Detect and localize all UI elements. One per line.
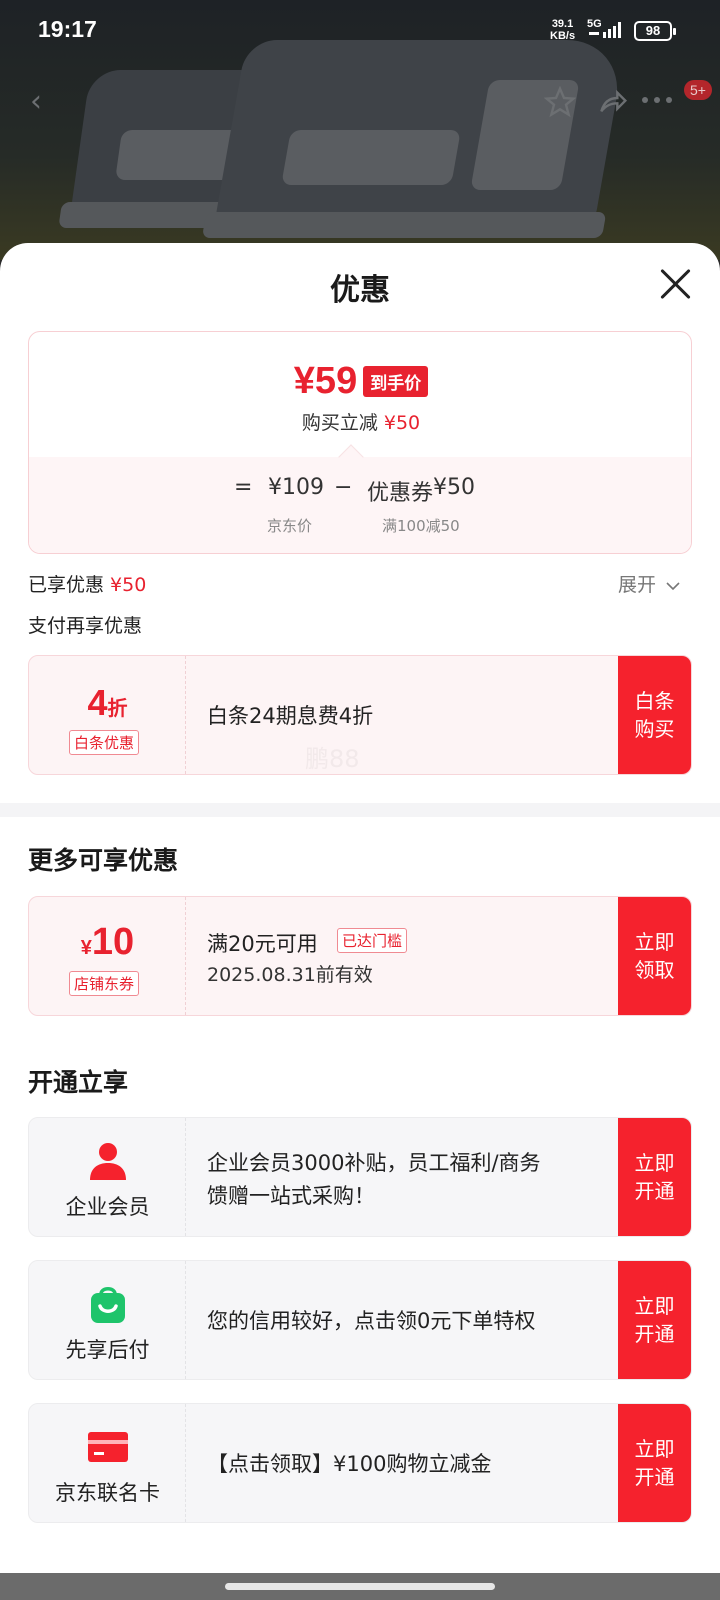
reduction-value: ¥50 [383, 412, 421, 434]
pay-more-heading: 支付再享优惠 [28, 615, 143, 637]
network-speed: 39.1 KB/s [550, 18, 576, 42]
status-bar: 19:17 39.1 KB/s 5G 98 [0, 0, 720, 62]
open-benefits-title: 开通立享 [28, 1068, 129, 1097]
shop-coupon-tag: 店铺东券 [69, 971, 140, 996]
cart-count-badge: 5+ [684, 80, 712, 100]
shop-coupon: ¥10 店铺东券 满20元可用 已达门槛 2025.08.31前有效 立即领取 [28, 896, 692, 1016]
price-formula-area: = ¥109 − 优惠券 ¥50 京东价 满100减50 [29, 444, 691, 553]
sheet-title: 优惠 [330, 273, 390, 308]
final-price-tag: 到手价 [363, 366, 429, 397]
open-pay-later-button[interactable]: 立即开通 [618, 1261, 691, 1379]
share-icon[interactable] [596, 86, 628, 118]
chevron-down-icon [666, 582, 680, 591]
service-card-enterprise: 企业会员 企业会员3000补贴，员工福利/商务 馈赠一站式采购！ 立即开通 [28, 1117, 692, 1237]
star-icon[interactable] [544, 86, 576, 118]
coupon-label: 优惠券 [367, 481, 434, 506]
jd-price-label: 京东价 [267, 517, 313, 535]
watermark: 鹏88 [305, 745, 360, 773]
signal-icon: 5G [587, 18, 627, 40]
service-card-cobrand: 京东联名卡 【点击领取】¥100购物立减金 立即开通 [28, 1403, 692, 1523]
section-divider [0, 803, 720, 817]
shopping-bag-icon [91, 1287, 125, 1323]
service-name: 先享后付 [65, 1338, 150, 1362]
purchase-reduction: 购买立减 ¥50 [301, 412, 421, 434]
product-nav-bar: ‹ [0, 80, 720, 130]
shop-coupon-info: 满20元可用 已达门槛 2025.08.31前有效 [207, 897, 597, 1015]
shop-coupon-desc: 满20元可用 [207, 932, 318, 956]
claim-coupon-button[interactable]: 立即领取 [618, 897, 691, 1015]
more-icon[interactable] [640, 94, 674, 106]
service-desc: 【点击领取】¥100购物立减金 [207, 1452, 492, 1476]
jd-price: ¥109 [268, 475, 324, 500]
shop-coupon-validity: 2025.08.31前有效 [207, 964, 373, 986]
service-name: 京东联名卡 [55, 1481, 160, 1505]
gesture-bar [0, 1573, 720, 1600]
person-icon [90, 1143, 126, 1180]
shop-coupon-amount: ¥10 [80, 921, 135, 963]
battery-icon: 98 [634, 21, 676, 41]
status-time: 19:17 [38, 16, 97, 42]
price-breakdown-card: ¥59 到手价 购买立减 ¥50 = ¥109 − 优惠券 ¥50 京东价 满100… [28, 331, 692, 554]
baitiao-info: 白条24期息费4折 [207, 656, 597, 774]
final-price: ¥59 [293, 360, 358, 402]
credit-card-icon [88, 1432, 128, 1462]
expand-button[interactable]: 展开 [618, 570, 680, 597]
home-indicator[interactable] [225, 1583, 495, 1590]
baitiao-discount: 4折 [87, 682, 128, 723]
close-icon[interactable] [658, 267, 692, 301]
product-image-area: 19:17 39.1 KB/s 5G 98 ‹ 5+ [0, 0, 720, 260]
shop-coupon-amount-block: ¥10 店铺东券 [29, 897, 186, 1015]
baitiao-tag: 白条优惠 [69, 730, 140, 755]
enjoyed-discount: 已享优惠 ¥50 [28, 574, 147, 596]
baitiao-discount-block: 4折 白条优惠 [29, 656, 186, 774]
final-price-row: ¥59 到手价 [29, 360, 691, 403]
more-offers-title: 更多可享优惠 [28, 846, 179, 875]
coupon-value: ¥50 [433, 475, 475, 500]
service-name: 企业会员 [65, 1195, 150, 1219]
baitiao-desc: 白条24期息费4折 [207, 704, 374, 728]
threshold-status-badge: 已达门槛 [337, 928, 408, 953]
shoe-image-right [201, 40, 627, 238]
open-cobrand-card-button[interactable]: 立即开通 [618, 1404, 691, 1522]
open-enterprise-button[interactable]: 立即开通 [618, 1118, 691, 1236]
service-desc: 企业会员3000补贴，员工福利/商务 馈赠一站式采购！ [207, 1151, 541, 1208]
coupon-rule: 满100减50 [382, 517, 460, 535]
service-card-pay-later: 先享后付 您的信用较好，点击领0元下单特权 立即开通 [28, 1260, 692, 1380]
service-desc: 您的信用较好，点击领0元下单特权 [207, 1309, 536, 1333]
baitiao-buy-button[interactable]: 白条购买 [618, 656, 691, 774]
baitiao-coupon: 4折 白条优惠 白条24期息费4折 白条购买 [28, 655, 692, 775]
chevron-left-icon[interactable]: ‹ [30, 84, 42, 119]
discount-sheet: 优惠 ¥59 到手价 购买立减 ¥50 = ¥109 − 优惠券 ¥50 京东价 满… [0, 243, 720, 1573]
enjoyed-value: ¥50 [110, 574, 147, 596]
